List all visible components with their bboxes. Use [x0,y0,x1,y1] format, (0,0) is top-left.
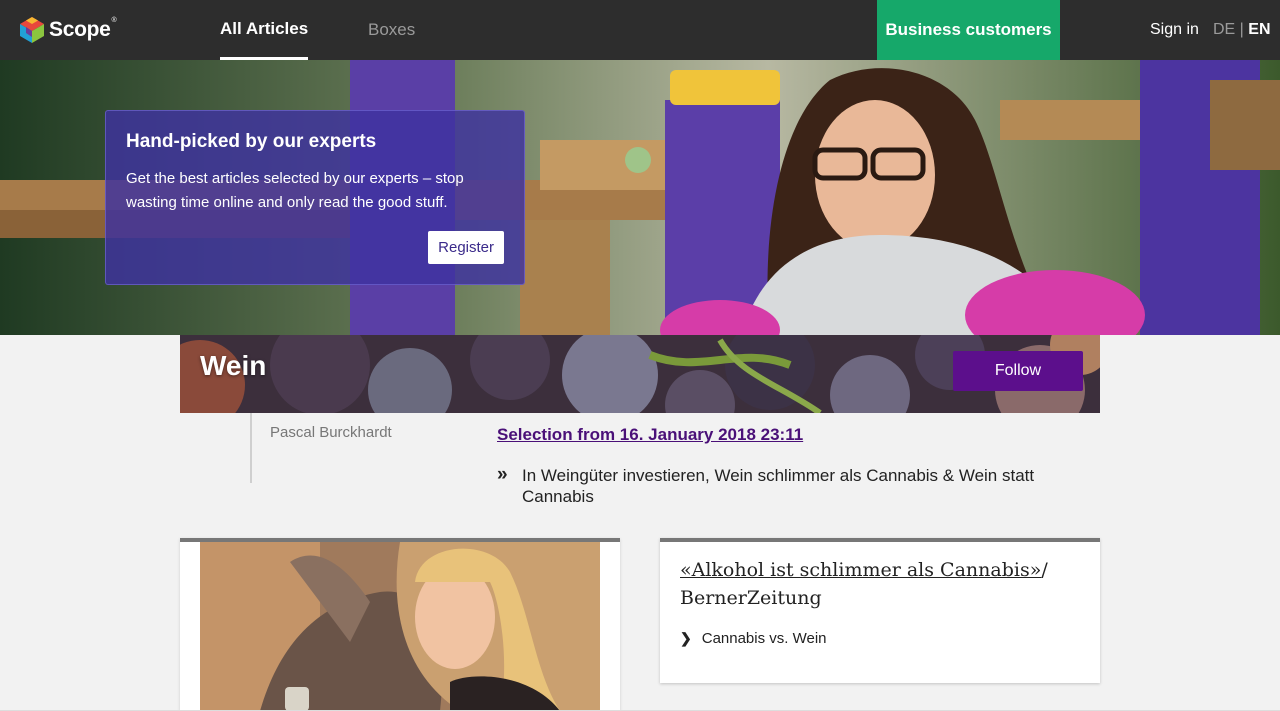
lang-en-link[interactable]: EN [1248,21,1270,38]
article-image-card[interactable] [180,538,620,711]
article-title-link[interactable]: «Alkohol ist schlimmer als Cannabis» [680,559,1041,581]
follow-button[interactable]: Follow [953,351,1083,391]
scope-logo[interactable]: Scope ® [18,15,117,45]
logo-text: Scope [49,18,111,41]
selection-author: Pascal Burckhardt [270,424,392,441]
selection-summary-text: In Weingüter investieren, Wein schlimmer… [522,466,1035,506]
article-photo [200,542,600,711]
promo-title: Hand-picked by our experts [126,131,377,152]
register-button[interactable]: Register [428,231,504,264]
related-link-label: Cannabis vs. Wein [701,630,827,647]
topic-title: Wein [200,350,267,381]
selection-date-link[interactable]: Selection from 16. January 2018 23:11 [497,425,803,445]
sign-in-link[interactable]: Sign in [1150,0,1199,60]
top-navigation-bar: Scope ® All Articles Boxes Business cust… [0,0,1280,60]
article-card: «Alkohol ist schlimmer als Cannabis»/ Be… [660,538,1100,683]
lang-separator: | [1235,21,1249,38]
tab-boxes[interactable]: Boxes [368,0,415,60]
language-switcher: DE | EN [1213,0,1271,60]
topic-banner: Wein Follow [180,335,1100,413]
hero-banner: Hand-picked by our experts Get the best … [0,60,1280,335]
logo-registered-mark: ® [111,16,117,24]
author-divider [250,413,252,483]
selection-summary: » In Weingüter investieren, Wein schlimm… [497,464,1077,507]
article-title: «Alkohol ist schlimmer als Cannabis»/ Be… [680,556,1080,612]
scope-cube-logo-icon [20,17,44,43]
related-link[interactable]: ❯ Cannabis vs. Wein [680,630,1080,647]
promo-text: Get the best articles selected by our ex… [126,170,464,211]
business-customers-button[interactable]: Business customers [877,0,1060,60]
promo-box: Hand-picked by our experts Get the best … [105,110,525,285]
tab-all-articles[interactable]: All Articles [220,0,309,60]
double-chevron-icon: » [497,464,508,485]
lang-de-link[interactable]: DE [1213,21,1235,38]
chevron-right-icon: ❯ [680,630,692,646]
